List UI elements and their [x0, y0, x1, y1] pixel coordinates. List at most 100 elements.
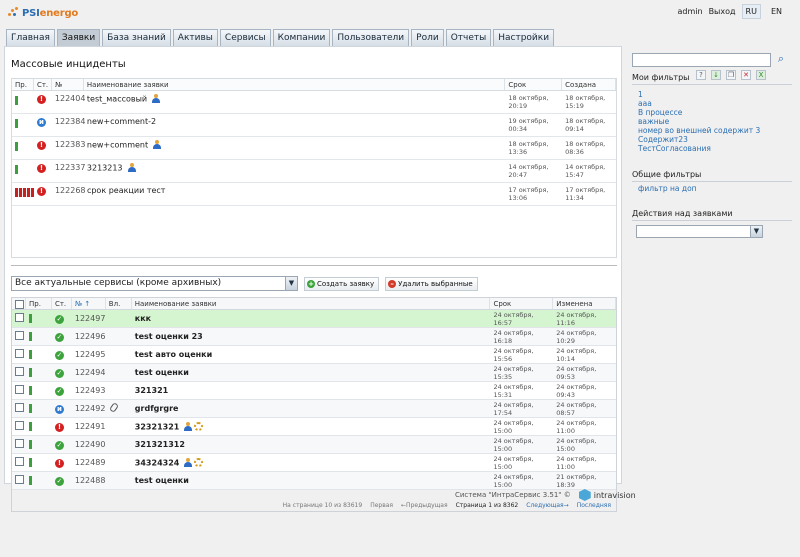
request-name[interactable]: ккк [135, 314, 151, 323]
request-name-cell[interactable]: test оценки [132, 368, 491, 377]
request-name-cell[interactable]: test авто оценки [132, 350, 491, 359]
request-number[interactable]: 122490 [72, 440, 106, 449]
request-number[interactable]: 122497 [72, 314, 106, 323]
search-input[interactable] [632, 53, 771, 67]
tab-7[interactable]: Роли [411, 29, 444, 46]
request-number[interactable]: 122495 [72, 350, 106, 359]
tab-1[interactable]: Заявки [56, 29, 101, 46]
request-name[interactable]: test оценки [135, 476, 189, 485]
tab-0[interactable]: Главная [6, 29, 55, 46]
request-number[interactable]: 122268 [52, 183, 86, 205]
checkbox-cell[interactable] [12, 439, 26, 450]
help-icon[interactable]: ? [696, 70, 706, 80]
mass-row[interactable]: ! 122268 срок реакции тест 17 октября, 13:06… [12, 183, 616, 206]
request-name[interactable]: test оценки 23 [135, 332, 203, 341]
row-checkbox[interactable] [15, 421, 24, 430]
delete-selected-button[interactable]: – Удалить выбранные [385, 276, 478, 291]
table-row[interactable]: ! 122491 32321321 24 октября, 15:00 24 октяб… [12, 418, 616, 436]
create-request-button[interactable]: + Создать заявку [304, 276, 380, 291]
filter-item[interactable]: важные [638, 117, 760, 126]
table-row[interactable]: ✓ 122490 321321312 24 октября, 15:00 24 октя… [12, 436, 616, 454]
requests-col-header[interactable]: Ст. [52, 298, 72, 309]
search-icon[interactable]: ⌕ [774, 52, 788, 66]
request-number[interactable]: 122493 [72, 386, 106, 395]
request-name-cell[interactable]: ккк [132, 314, 491, 323]
mass-col-header[interactable]: Ст. [34, 79, 52, 90]
tab-6[interactable]: Пользователи [332, 29, 410, 46]
request-name[interactable]: test авто оценки [135, 350, 212, 359]
filter-delete-icon[interactable]: ✕ [741, 70, 751, 80]
lang-en[interactable]: EN [767, 4, 786, 19]
checkbox-cell[interactable] [12, 421, 26, 432]
mass-col-header[interactable]: Наименование заявки [84, 79, 506, 90]
mass-row[interactable]: ! 122404 test_массовый 18 октября, 20:19 18 о… [12, 91, 616, 114]
request-number[interactable]: 122494 [72, 368, 106, 377]
prev-page-link[interactable]: ←Предыдущая [401, 502, 448, 509]
request-name[interactable]: new+comment [87, 141, 148, 150]
table-row[interactable]: ✓ 122497 ккк 24 октября, 16:57 24 октября, 1… [12, 310, 616, 328]
filter-item[interactable]: 1 [638, 90, 760, 99]
row-checkbox[interactable] [15, 349, 24, 358]
last-page-link[interactable]: Последняя [577, 502, 611, 509]
select-all-checkbox[interactable] [15, 300, 24, 309]
request-name-cell[interactable]: 321321312 [132, 440, 491, 449]
request-name[interactable]: new+comment-2 [87, 117, 156, 126]
request-number[interactable]: 122488 [72, 476, 106, 485]
filter-item[interactable]: В процессе [638, 108, 760, 117]
mass-row[interactable]: ! 122337 3213213 14 октября, 20:47 14 октября… [12, 160, 616, 183]
mass-col-header[interactable]: Пр. [12, 79, 34, 90]
row-checkbox[interactable] [15, 457, 24, 466]
select-all-cell[interactable] [12, 298, 26, 309]
checkbox-cell[interactable] [12, 403, 26, 414]
request-name[interactable]: 321321312 [135, 440, 185, 449]
chevron-down-icon[interactable]: ▼ [750, 226, 762, 237]
table-row[interactable]: ✓ 122495 test авто оценки 24 октября, 15:56… [12, 346, 616, 364]
request-name[interactable]: 34324324 [135, 458, 180, 467]
chevron-down-icon[interactable]: ▼ [285, 277, 297, 290]
request-name[interactable]: test_массовый [87, 95, 147, 104]
checkbox-cell[interactable] [12, 367, 26, 378]
checkbox-cell[interactable] [12, 349, 26, 360]
filter-item[interactable]: ааа [638, 99, 760, 108]
row-checkbox[interactable] [15, 367, 24, 376]
filter-item[interactable]: ТестСогласования [638, 144, 760, 153]
user-link[interactable]: admin [677, 7, 702, 16]
mass-col-header[interactable]: Создана [562, 79, 616, 90]
request-number[interactable]: 122383 [52, 137, 86, 159]
mass-row[interactable]: и 122384 new+comment-2 19 октября, 00:34 18 о… [12, 114, 616, 137]
next-page-link[interactable]: Следующая→ [526, 502, 568, 509]
checkbox-cell[interactable] [12, 457, 26, 468]
row-checkbox[interactable] [15, 403, 24, 412]
tab-9[interactable]: Настройки [493, 29, 555, 46]
request-name-cell[interactable]: 3213213 [84, 160, 505, 182]
request-number[interactable]: 122337 [52, 160, 86, 182]
request-name-cell[interactable]: new+comment [84, 137, 505, 159]
tab-4[interactable]: Сервисы [219, 29, 271, 46]
requests-col-header[interactable]: Срок [490, 298, 554, 309]
lang-ru[interactable]: RU [741, 4, 761, 19]
filter-item[interactable]: номер во внешней содержит 3 [638, 126, 760, 135]
mass-row[interactable]: ! 122383 new+comment 18 октября, 13:36 18 окт… [12, 137, 616, 160]
mass-col-header[interactable]: Срок [505, 79, 563, 90]
filter-add-icon[interactable]: ↓ [711, 70, 721, 80]
table-row[interactable]: ✓ 122488 test оценки 24 октября, 15:00 21 ок… [12, 472, 616, 490]
request-number[interactable]: 122491 [72, 422, 106, 431]
requests-col-header[interactable]: Вл. [106, 298, 132, 309]
request-number[interactable]: 122489 [72, 458, 106, 467]
table-row[interactable]: ✓ 122493 321321 24 октября, 15:31 24 октября… [12, 382, 616, 400]
export-excel-icon[interactable]: X [756, 70, 766, 80]
request-name-cell[interactable]: 321321 [132, 386, 491, 395]
requests-col-header[interactable]: Наименование заявки [132, 298, 491, 309]
request-name-cell[interactable]: test_массовый [84, 91, 505, 113]
request-name[interactable]: grdfgrgre [135, 404, 179, 413]
request-name-cell[interactable]: 34324324 [132, 457, 491, 468]
request-name-cell[interactable]: 32321321 [132, 421, 491, 432]
tab-8[interactable]: Отчеты [445, 29, 492, 46]
request-name-cell[interactable]: test оценки [132, 476, 491, 485]
request-number[interactable]: 122496 [72, 332, 106, 341]
request-name-cell[interactable]: срок реакции тест [84, 183, 505, 205]
row-checkbox[interactable] [15, 385, 24, 394]
table-row[interactable]: ! 122489 34324324 24 октября, 15:00 24 октяб… [12, 454, 616, 472]
request-number[interactable]: 122404 [52, 91, 86, 113]
logout-link[interactable]: Выход [709, 7, 736, 16]
